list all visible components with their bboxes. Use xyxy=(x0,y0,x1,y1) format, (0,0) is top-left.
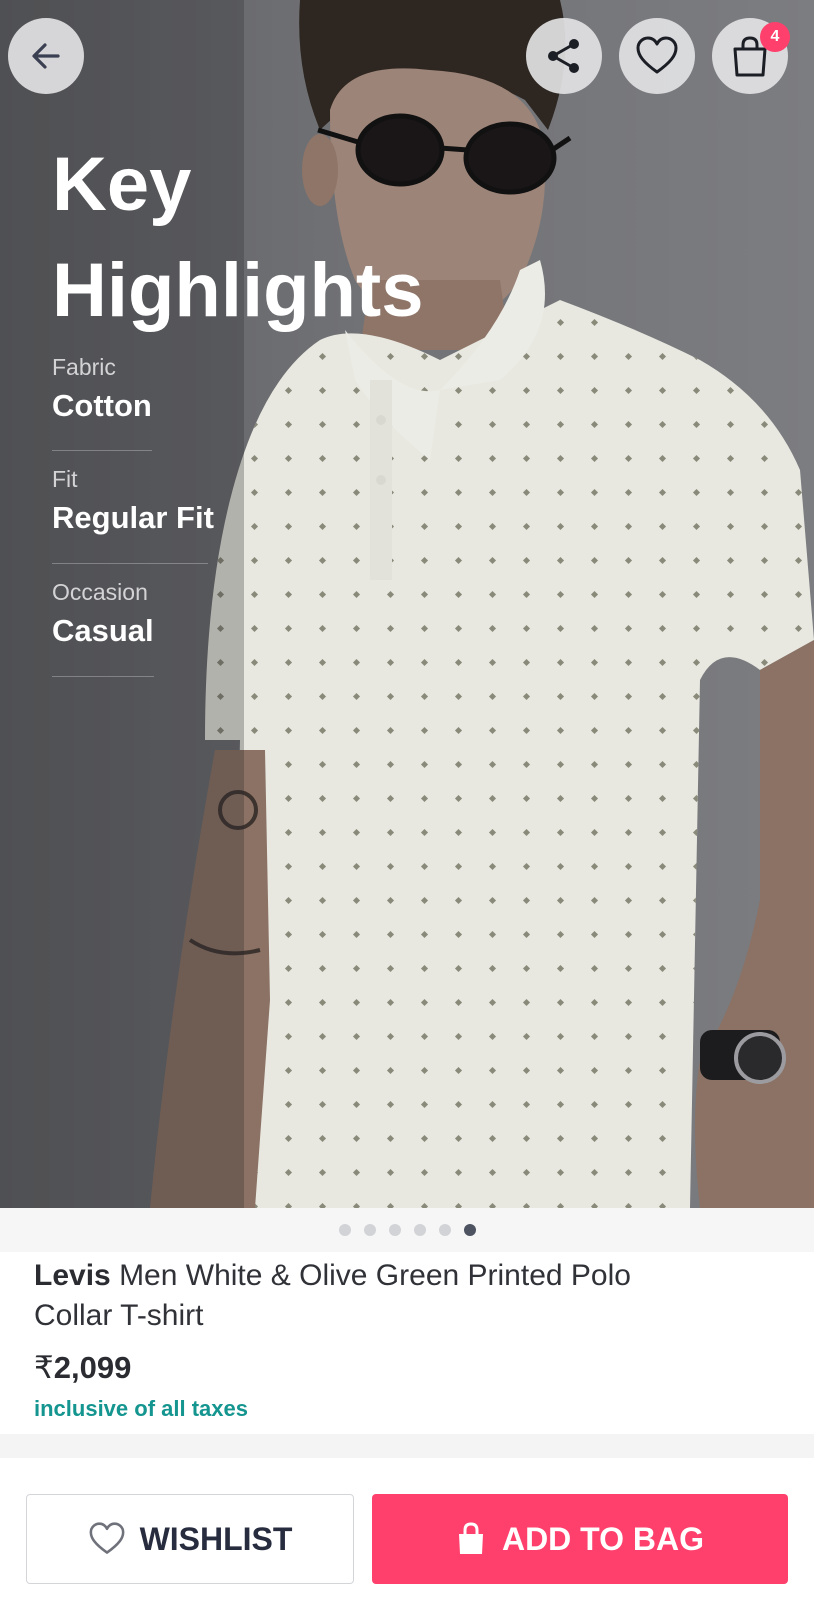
price-currency: ₹ xyxy=(34,1350,54,1385)
wishlist-header-button[interactable] xyxy=(619,18,695,94)
product-price: ₹2,099 xyxy=(34,1350,131,1386)
carousel-dot[interactable] xyxy=(338,1224,351,1236)
carousel-indicator xyxy=(0,1208,814,1252)
highlight-divider xyxy=(52,676,154,677)
highlight-label: Fit xyxy=(52,466,78,492)
carousel-dot[interactable] xyxy=(413,1224,426,1236)
wishlist-button[interactable]: WISHLIST xyxy=(26,1494,354,1584)
highlight-value: Casual xyxy=(52,613,154,648)
price-value: 2,099 xyxy=(53,1350,132,1385)
highlight-fabric: Fabric Cotton xyxy=(52,352,152,426)
bag-button[interactable]: 4 xyxy=(712,18,790,94)
arrow-left-icon xyxy=(32,43,60,69)
highlight-label: Occasion xyxy=(52,579,148,605)
share-button[interactable] xyxy=(526,18,602,94)
tax-note: inclusive of all taxes xyxy=(34,1396,248,1421)
product-name: Men White & Olive Green Printed Polo Col… xyxy=(34,1259,631,1332)
highlight-divider xyxy=(52,450,152,451)
heart-outline-icon xyxy=(89,1522,124,1554)
product-brand: Levis xyxy=(34,1259,111,1292)
back-button[interactable] xyxy=(8,18,84,94)
highlight-value: Regular Fit xyxy=(52,500,214,535)
highlights-title: Key Highlights xyxy=(52,142,424,333)
add-to-bag-label: ADD TO BAG xyxy=(501,1520,705,1557)
add-to-bag-button[interactable]: ADD TO BAG xyxy=(372,1494,788,1584)
carousel-dot[interactable] xyxy=(363,1224,376,1236)
highlight-label: Fabric xyxy=(52,354,116,380)
carousel-dot[interactable] xyxy=(388,1224,401,1236)
highlight-divider xyxy=(52,563,208,564)
highlight-value: Cotton xyxy=(52,388,152,423)
product-title: Levis Men White & Olive Green Printed Po… xyxy=(34,1256,634,1336)
bag-count-badge: 4 xyxy=(760,22,790,52)
share-icon xyxy=(548,39,579,73)
section-divider xyxy=(0,1434,814,1458)
carousel-dot[interactable] xyxy=(438,1224,451,1236)
highlight-fit: Fit Regular Fit xyxy=(52,464,214,538)
wishlist-button-label: WISHLIST xyxy=(139,1520,293,1557)
product-image-carousel[interactable]: Key Highlights Fabric Cotton Fit Regular… xyxy=(0,0,814,1208)
shopping-bag-filled-icon xyxy=(458,1522,483,1554)
highlight-occasion: Occasion Casual xyxy=(52,577,154,651)
bottom-action-bar: WISHLIST ADD TO BAG xyxy=(0,1458,814,1600)
heart-outline-icon xyxy=(636,36,678,74)
carousel-dot-active[interactable] xyxy=(463,1224,476,1236)
